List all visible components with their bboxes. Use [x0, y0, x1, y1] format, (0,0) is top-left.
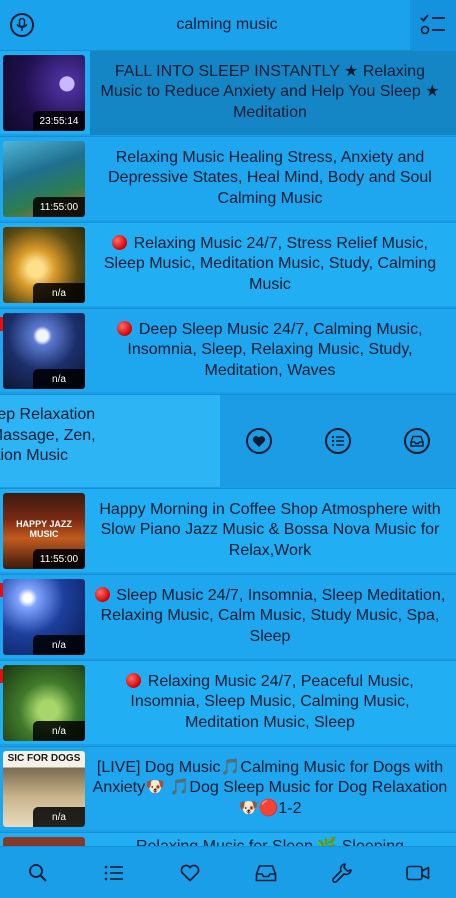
heart-icon: [180, 864, 200, 882]
list-item[interactable]: Relaxing Music for Sleep 🌿 Sleeping: [0, 832, 456, 846]
tab-saved[interactable]: [246, 853, 286, 893]
live-indicator-icon: [126, 672, 142, 688]
list-item[interactable]: SIC FOR DOGS n/a [LIVE] Dog Music🎵Calmin…: [0, 746, 456, 830]
list-item[interactable]: n/a Sleep Music 24/7, Insomnia, Sleep Me…: [0, 574, 456, 658]
list-icon: [104, 865, 123, 880]
video-thumbnail: n/a: [3, 579, 85, 655]
duration-badge: n/a: [33, 369, 85, 389]
video-title: Happy Morning in Coffee Shop Atmosphere …: [99, 500, 441, 559]
heart-icon: [253, 435, 266, 447]
list-item[interactable]: n/a Deep Sleep Music 24/7, Calming Music…: [0, 308, 456, 392]
swiped-title: usic for Deep Relaxation Music for Massa…: [0, 395, 220, 487]
tab-bar: [0, 846, 456, 898]
video-thumbnail: [3, 837, 85, 846]
swiped-title-line: Meditation Music: [0, 447, 69, 464]
add-to-playlist-button[interactable]: [324, 428, 351, 454]
inbox-icon: [255, 864, 277, 881]
inbox-icon: [409, 435, 424, 447]
video-icon: [406, 865, 430, 880]
duration-badge: 23:55:14: [33, 111, 85, 131]
swiped-list-item[interactable]: usic for Deep Relaxation Music for Massa…: [0, 394, 456, 487]
live-indicator-icon: [94, 586, 110, 602]
live-indicator-icon: [112, 234, 128, 250]
thumbnail-caption: HAPPY JAZZ MUSIC: [16, 519, 72, 539]
video-title: Relaxing Music 24/7, Peaceful Music, Ins…: [92, 661, 448, 744]
video-title: Deep Sleep Music 24/7, Calming Music, In…: [92, 309, 448, 392]
filter-list-icon: [420, 14, 445, 35]
wrench-icon: [332, 862, 352, 883]
duration-badge: n/a: [33, 635, 85, 655]
tab-video[interactable]: [398, 853, 438, 893]
favorite-button[interactable]: [246, 428, 273, 454]
list-item[interactable]: n/a Relaxing Music 24/7, Stress Relief M…: [0, 222, 456, 306]
tab-favorites[interactable]: [170, 853, 210, 893]
duration-badge: 11:55:00: [33, 549, 85, 569]
voice-search-button[interactable]: [0, 0, 44, 50]
video-title: Relaxing Music 24/7, Stress Relief Music…: [103, 234, 437, 293]
video-title: Relaxing Music Healing Stress, Anxiety a…: [108, 148, 432, 207]
video-thumbnail: SIC FOR DOGS n/a: [3, 751, 85, 827]
list-item[interactable]: 11:55:00 Relaxing Music Healing Stress, …: [0, 136, 456, 220]
video-list: 23:55:14 FALL INTO SLEEP INSTANTLY ★ Rel…: [0, 50, 456, 846]
swipe-actions: [220, 395, 456, 487]
video-thumbnail: 11:55:00: [3, 141, 85, 217]
duration-badge: n/a: [33, 807, 85, 827]
search-icon: [29, 863, 47, 882]
video-thumbnail: n/a: [3, 227, 85, 303]
video-title: FALL INTO SLEEP INSTANTLY ★ Relaxing Mus…: [100, 62, 440, 121]
list-item[interactable]: HAPPY JAZZ MUSIC 11:55:00 Happy Morning …: [0, 488, 456, 572]
duration-badge: 11:55:00: [33, 197, 85, 217]
duration-badge: n/a: [33, 283, 85, 303]
video-title: [LIVE] Dog Music🎵Calming Music for Dogs …: [92, 758, 448, 817]
tab-search[interactable]: [18, 853, 58, 893]
swiped-title-line: Music for Massage, Zen,: [0, 426, 96, 444]
list-item[interactable]: n/a Relaxing Music 24/7, Peaceful Music,…: [0, 660, 456, 744]
microphone-icon: [10, 13, 34, 37]
live-indicator-icon: [117, 320, 133, 336]
list-icon: [331, 435, 344, 447]
video-thumbnail: HAPPY JAZZ MUSIC 11:55:00: [3, 493, 85, 569]
top-bar: [0, 0, 456, 50]
tab-settings[interactable]: [322, 853, 362, 893]
swiped-title-line: usic for Deep Relaxation: [0, 406, 96, 423]
thumbnail-caption: SIC FOR DOGS: [7, 753, 81, 764]
save-button[interactable]: [403, 428, 430, 454]
video-thumbnail: 23:55:14: [3, 55, 85, 131]
filter-button[interactable]: [410, 0, 456, 50]
tab-playlists[interactable]: [94, 853, 134, 893]
list-item[interactable]: 23:55:14 FALL INTO SLEEP INSTANTLY ★ Rel…: [0, 50, 456, 135]
video-thumbnail: n/a: [3, 313, 85, 389]
video-title: Relaxing Music for Sleep 🌿 Sleeping: [92, 833, 448, 846]
duration-badge: n/a: [33, 721, 85, 741]
video-thumbnail: n/a: [3, 665, 85, 741]
search-input[interactable]: [44, 0, 410, 50]
video-title: Sleep Music 24/7, Insomnia, Sleep Medita…: [92, 575, 448, 658]
